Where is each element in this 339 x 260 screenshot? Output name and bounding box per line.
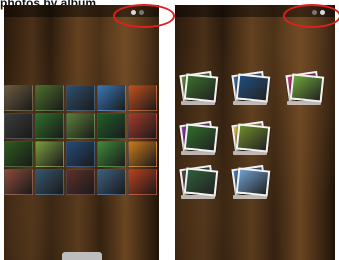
phone-screen-grid-view <box>4 5 159 260</box>
album-label <box>181 195 215 199</box>
album-label <box>233 151 267 155</box>
album-label <box>233 195 267 199</box>
photo-thumbnail[interactable] <box>4 169 33 195</box>
album-label <box>233 101 267 105</box>
photo-thumbnail[interactable] <box>4 113 33 139</box>
album-stack[interactable] <box>179 120 219 159</box>
album-stack[interactable] <box>231 164 271 203</box>
album-stack[interactable] <box>179 164 219 203</box>
album-stack[interactable] <box>231 70 271 109</box>
photo-thumbnail[interactable] <box>4 141 33 167</box>
album-label <box>181 151 215 155</box>
photo-thumbnail[interactable] <box>66 85 95 111</box>
photo-thumbnail[interactable] <box>35 169 64 195</box>
album-photo <box>235 123 271 153</box>
photo-grid <box>4 85 159 195</box>
photo-thumbnail[interactable] <box>97 141 126 167</box>
album-photo <box>183 167 219 197</box>
photo-thumbnail[interactable] <box>35 113 64 139</box>
album-label <box>287 101 321 105</box>
photo-thumbnail[interactable] <box>66 141 95 167</box>
album-photo <box>235 167 271 197</box>
phone-screen-album-view <box>175 5 335 260</box>
photo-thumbnail[interactable] <box>128 141 157 167</box>
album-photo <box>183 123 219 153</box>
photo-thumbnail[interactable] <box>97 113 126 139</box>
album-photo <box>183 73 219 103</box>
album-label <box>181 101 215 105</box>
photo-thumbnail[interactable] <box>128 169 157 195</box>
album-stack[interactable] <box>231 120 271 159</box>
photo-thumbnail[interactable] <box>35 141 64 167</box>
dock-button[interactable] <box>62 252 102 260</box>
highlight-ring-right <box>283 4 339 28</box>
album-stack[interactable] <box>285 70 325 109</box>
photo-thumbnail[interactable] <box>66 113 95 139</box>
highlight-ring-left <box>113 4 175 28</box>
photo-thumbnail[interactable] <box>35 85 64 111</box>
photo-thumbnail[interactable] <box>66 169 95 195</box>
album-photo <box>235 73 271 103</box>
photo-thumbnail[interactable] <box>4 85 33 111</box>
album-stack[interactable] <box>179 70 219 109</box>
photo-thumbnail[interactable] <box>128 113 157 139</box>
photo-thumbnail[interactable] <box>97 85 126 111</box>
photo-thumbnail[interactable] <box>97 169 126 195</box>
photo-thumbnail[interactable] <box>128 85 157 111</box>
album-photo <box>289 73 325 103</box>
